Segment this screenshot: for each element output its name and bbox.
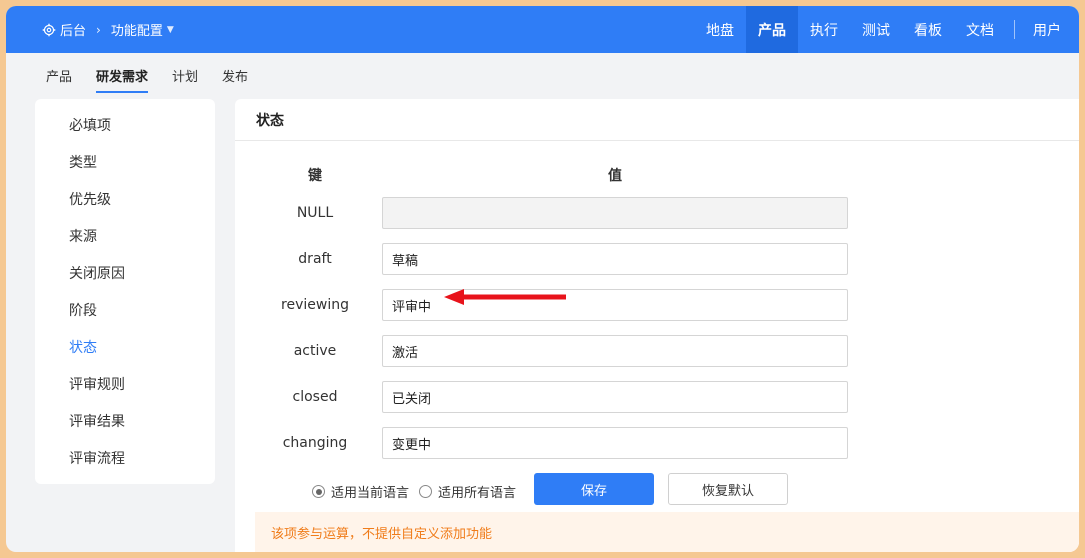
row-key-closed: closed	[292, 389, 338, 405]
tab-release[interactable]: 发布	[222, 66, 248, 85]
nav-item-user[interactable]: 用户	[1023, 6, 1079, 53]
notice-banner: 该项参与运算，不提供自定义添加功能	[255, 512, 1079, 552]
sidebar-item-review-rules[interactable]: 评审规则	[69, 374, 125, 394]
sidebar-item-required[interactable]: 必填项	[69, 115, 111, 135]
nav-item-dashboard[interactable]: 地盘	[694, 6, 746, 53]
breadcrumb-current[interactable]: 功能配置	[111, 20, 163, 39]
row-key-draft: draft	[298, 251, 332, 267]
tab-story[interactable]: 研发需求	[96, 66, 149, 93]
gear-icon	[42, 23, 56, 36]
breadcrumb-root[interactable]: 后台	[60, 20, 86, 39]
nav-item-product[interactable]: 产品	[746, 6, 798, 53]
status-panel: 状态 键 值 NULL draft 草稿 reviewing 评审中 activ…	[235, 99, 1079, 552]
sidebar-item-review-result[interactable]: 评审结果	[69, 411, 125, 431]
app-window: 后台 › 功能配置 ▼ 地盘 产品 执行 测试 看板 文档 用户 产品 研发需求…	[6, 6, 1079, 552]
sidebar-item-close-reason[interactable]: 关闭原因	[69, 263, 125, 283]
caret-down-icon[interactable]: ▼	[167, 25, 174, 35]
panel-title: 状态	[235, 99, 1079, 141]
radio-current-language[interactable]: 适用当前语言	[312, 482, 409, 501]
sidebar-item-source[interactable]: 来源	[69, 226, 97, 246]
breadcrumb: 后台 › 功能配置 ▼	[42, 6, 174, 53]
sidebar-item-priority[interactable]: 优先级	[69, 189, 111, 209]
radio-checked-icon	[312, 485, 325, 498]
nav-item-test[interactable]: 测试	[850, 6, 902, 53]
chevron-right-icon: ›	[96, 22, 101, 37]
sidebar-item-stage[interactable]: 阶段	[69, 300, 97, 320]
radio-current-label: 适用当前语言	[331, 486, 410, 501]
nav-item-execution[interactable]: 执行	[798, 6, 850, 53]
row-key-changing: changing	[282, 435, 348, 451]
language-scope-radios: 适用当前语言 适用所有语言	[312, 482, 526, 501]
radio-all-label: 适用所有语言	[438, 486, 517, 501]
radio-unchecked-icon	[419, 485, 433, 498]
sidebar-item-type[interactable]: 类型	[69, 152, 97, 172]
top-bar: 后台 › 功能配置 ▼ 地盘 产品 执行 测试 看板 文档 用户	[6, 6, 1079, 53]
value-field-null	[382, 197, 848, 229]
nav-divider	[1014, 20, 1015, 39]
nav-item-kanban[interactable]: 看板	[902, 6, 954, 53]
value-field-changing[interactable]: 变更中	[382, 427, 848, 459]
sidebar-item-review-flow[interactable]: 评审流程	[69, 448, 125, 468]
key-column-header: 键	[308, 168, 322, 184]
red-arrow-icon	[444, 289, 566, 305]
value-column-header: 值	[608, 168, 622, 184]
sub-nav: 产品 研发需求 计划 发布	[46, 53, 272, 97]
row-key-reviewing: reviewing	[281, 297, 349, 313]
tab-product[interactable]: 产品	[46, 66, 72, 85]
value-field-closed[interactable]: 已关闭	[382, 381, 848, 413]
row-key-active: active	[293, 343, 337, 359]
reset-default-button[interactable]: 恢复默认	[668, 473, 788, 505]
value-field-draft[interactable]: 草稿	[382, 243, 848, 275]
tab-plan[interactable]: 计划	[172, 66, 198, 85]
value-field-active[interactable]: 激活	[382, 335, 848, 367]
sidebar-item-status[interactable]: 状态	[69, 337, 97, 357]
nav-item-docs[interactable]: 文档	[954, 6, 1006, 53]
row-key-null: NULL	[296, 205, 334, 221]
main-nav: 地盘 产品 执行 测试 看板 文档 用户	[694, 6, 1079, 53]
radio-all-languages[interactable]: 适用所有语言	[419, 482, 516, 501]
settings-sidebar: 必填项 类型 优先级 来源 关闭原因 阶段 状态 评审规则 评审结果 评审流程	[35, 99, 215, 484]
save-button[interactable]: 保存	[534, 473, 654, 505]
